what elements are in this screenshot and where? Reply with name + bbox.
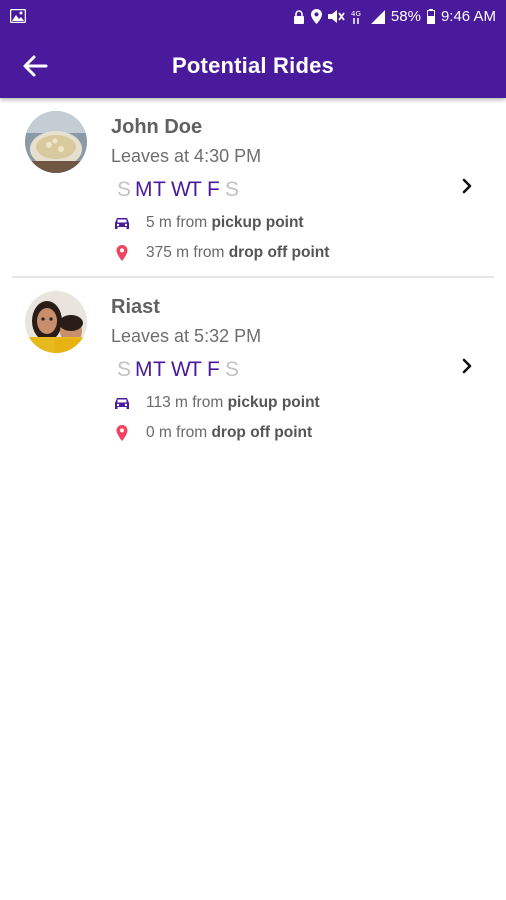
- ride-list-item[interactable]: John Doe Leaves at 4:30 PM S M T W T F S…: [0, 98, 506, 278]
- day-tuesday: T: [153, 358, 166, 381]
- dropoff-distance-row: 0 m from drop off point: [113, 424, 312, 442]
- pickup-label: pickup point: [211, 214, 304, 231]
- back-button[interactable]: [18, 49, 52, 83]
- departure-time: Leaves at 4:30 PM: [111, 146, 262, 166]
- arrow-left-icon: [18, 55, 52, 87]
- status-bar: 4G 58% 9:46 AM: [0, 0, 506, 33]
- day-sunday: S: [117, 358, 132, 381]
- day-saturday: S: [225, 358, 240, 381]
- driver-name: John Doe: [111, 116, 203, 138]
- page-title: Potential Rides: [172, 53, 334, 78]
- chevron-right-icon[interactable]: [457, 176, 477, 196]
- dropoff-distance-row: 375 m from drop off point: [113, 244, 329, 262]
- day-tuesday: T: [153, 178, 166, 201]
- day-thursday: T: [189, 358, 202, 381]
- location-pin-icon: [113, 244, 131, 262]
- dropoff-label: drop off point: [228, 244, 330, 261]
- pickup-distance-row: 113 m from pickup point: [113, 394, 320, 412]
- weekday-schedule: S M T W T F S: [117, 358, 243, 382]
- day-monday: M: [135, 178, 153, 201]
- app-bar: Potential Rides: [0, 33, 506, 98]
- avatar: [25, 291, 87, 353]
- avatar: [25, 111, 87, 173]
- dropoff-distance: 0 m from: [146, 424, 208, 441]
- day-friday: F: [207, 178, 220, 201]
- signal-icon: [370, 9, 385, 24]
- dropoff-distance: 375 m from: [146, 244, 225, 261]
- ride-list: John Doe Leaves at 4:30 PM S M T W T F S…: [0, 98, 506, 458]
- lock-icon: [293, 9, 305, 24]
- mute-icon: [327, 9, 345, 24]
- gallery-notification-icon: [9, 8, 27, 28]
- day-thursday: T: [189, 178, 202, 201]
- departure-time: Leaves at 5:32 PM: [111, 326, 262, 346]
- chevron-right-icon[interactable]: [457, 356, 477, 376]
- day-wednesday: W: [171, 178, 191, 201]
- battery-percent: 58%: [390, 8, 421, 25]
- pickup-label: pickup point: [227, 394, 320, 411]
- day-friday: F: [207, 358, 220, 381]
- status-icons: 4G 58% 9:46 AM: [293, 0, 496, 33]
- day-saturday: S: [225, 178, 240, 201]
- day-sunday: S: [117, 178, 132, 201]
- weekday-schedule: S M T W T F S: [117, 178, 243, 202]
- clock: 9:46 AM: [440, 8, 496, 25]
- pickup-distance-row: 5 m from pickup point: [113, 214, 304, 232]
- day-monday: M: [135, 358, 153, 381]
- driver-name: Riast: [111, 296, 160, 318]
- car-icon: [113, 214, 131, 232]
- battery-icon: [426, 9, 435, 24]
- pickup-distance: 113 m from: [146, 394, 224, 411]
- car-icon: [113, 394, 131, 412]
- network-4g-icon: 4G: [351, 9, 365, 24]
- location-pin-icon: [113, 424, 131, 442]
- pickup-distance: 5 m from: [146, 214, 208, 231]
- svg-text:4G: 4G: [351, 10, 361, 18]
- ride-list-item[interactable]: Riast Leaves at 5:32 PM S M T W T F S 11…: [0, 278, 506, 458]
- location-icon: [310, 9, 322, 24]
- dropoff-label: drop off point: [211, 424, 313, 441]
- day-wednesday: W: [171, 358, 191, 381]
